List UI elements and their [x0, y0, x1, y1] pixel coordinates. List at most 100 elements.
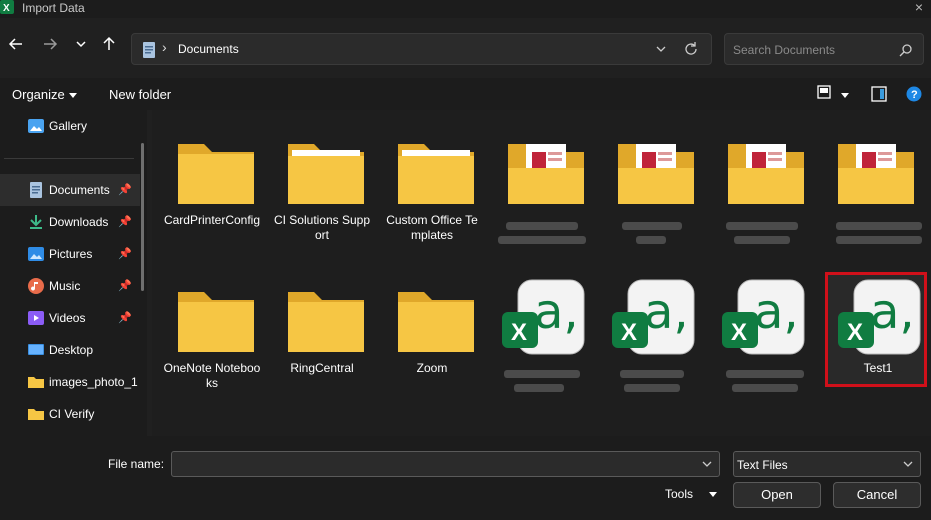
- pin-icon: 📌: [118, 216, 132, 228]
- address-bar[interactable]: › Documents: [131, 33, 712, 65]
- pictures-icon: [28, 247, 44, 261]
- sidebar-item-desktop[interactable]: Desktop: [0, 334, 140, 366]
- documents-icon: [30, 182, 42, 198]
- item-label: CI Solutions Support: [273, 213, 371, 242]
- redacted-label: [836, 222, 922, 230]
- file-name-input[interactable]: [171, 451, 720, 477]
- pin-icon: 📌: [118, 280, 132, 292]
- sidebar-item-images-photo[interactable]: images_photo_1: [0, 366, 140, 398]
- sidebar-item-gallery[interactable]: Gallery: [0, 110, 140, 142]
- sidebar-item-label: Gallery: [49, 119, 88, 133]
- folder-item[interactable]: Zoom: [382, 268, 482, 400]
- folder-icon: [28, 409, 44, 420]
- file-type-select[interactable]: Text Files: [733, 451, 921, 477]
- access-folder-item[interactable]: [712, 120, 812, 252]
- folder-icon: [398, 292, 474, 352]
- sidebar-item-label: Videos: [49, 311, 86, 325]
- view-icon: [817, 85, 831, 99]
- open-button[interactable]: Open: [733, 482, 821, 508]
- excel-text-file-item[interactable]: a, X: [712, 268, 812, 400]
- redacted-label: [726, 370, 804, 378]
- folder-item[interactable]: Custom Office Templates: [382, 120, 482, 252]
- breadcrumb-documents[interactable]: Documents: [178, 42, 239, 56]
- navigation-pane: Gallery Documents 📌 Downloads 📌 Pictures…: [0, 110, 147, 436]
- folder-icon: [288, 144, 364, 204]
- chevron-down-icon[interactable]: [701, 457, 713, 471]
- sidebar-item-documents[interactable]: Documents 📌: [0, 174, 140, 206]
- downloads-icon: [30, 215, 42, 229]
- organize-button[interactable]: Organize: [12, 87, 78, 102]
- arrow-up-icon: [103, 36, 115, 50]
- sidebar-item-label: Music: [49, 279, 81, 293]
- caret-down-icon: [69, 93, 78, 98]
- excel-text-file-icon: a, X: [502, 279, 585, 355]
- search-input[interactable]: Search Documents: [733, 43, 835, 57]
- svg-text:a,: a,: [644, 284, 689, 340]
- refresh-icon[interactable]: [683, 41, 699, 57]
- item-label: CardPrinterConfig: [163, 213, 261, 227]
- redacted-label: [498, 236, 586, 244]
- access-folder-item[interactable]: [822, 120, 922, 252]
- item-label: OneNote Notebooks: [163, 361, 261, 390]
- cancel-button[interactable]: Cancel: [833, 482, 921, 508]
- sidebar-item-label: Pictures: [49, 247, 93, 261]
- excel-app-icon: X: [0, 0, 14, 14]
- caret-down-icon[interactable]: [708, 490, 718, 498]
- file-list: CardPrinterConfig CI Solutions Support C…: [152, 110, 931, 436]
- folder-icon: [178, 292, 254, 352]
- scrollbar[interactable]: [141, 143, 144, 291]
- excel-text-file-item[interactable]: a, X: [602, 268, 702, 400]
- tools-button[interactable]: Tools: [665, 487, 693, 501]
- arrow-right-icon: [44, 38, 58, 50]
- access-folder-icon: [618, 144, 694, 204]
- redacted-label: [622, 222, 682, 230]
- access-folder-icon: [508, 144, 584, 204]
- back-button[interactable]: [3, 36, 29, 62]
- folder-icon: [178, 144, 254, 204]
- sidebar-item-music[interactable]: Music 📌: [0, 270, 140, 302]
- folder-item[interactable]: OneNote Notebooks: [162, 268, 262, 400]
- redacted-label: [734, 236, 790, 244]
- folder-item[interactable]: CI Solutions Support: [272, 120, 372, 252]
- item-label: Test1: [863, 361, 893, 375]
- pin-icon: 📌: [118, 312, 132, 324]
- document-icon: [143, 42, 155, 58]
- help-icon[interactable]: ?: [906, 86, 922, 102]
- close-button[interactable]: ×: [911, 0, 927, 16]
- access-folder-icon: [838, 144, 914, 204]
- videos-icon: [28, 311, 44, 325]
- folder-item[interactable]: CardPrinterConfig: [162, 120, 262, 252]
- folder-item[interactable]: RingCentral: [272, 268, 372, 400]
- chevron-down-icon[interactable]: [655, 41, 667, 57]
- excel-text-file-icon: a, X: [838, 279, 921, 355]
- excel-text-file-icon: a, X: [612, 279, 695, 355]
- chevron-down-icon: [903, 461, 913, 467]
- sidebar-item-pictures[interactable]: Pictures 📌: [0, 238, 140, 270]
- item-label: RingCentral: [290, 361, 354, 375]
- redacted-label: [620, 370, 684, 378]
- breadcrumb-separator: ›: [162, 39, 167, 55]
- view-options-button[interactable]: [817, 85, 850, 102]
- access-folder-item[interactable]: [602, 120, 702, 252]
- access-folder-item[interactable]: [492, 120, 592, 252]
- redacted-label: [636, 236, 666, 244]
- new-folder-button[interactable]: New folder: [109, 87, 171, 102]
- dialog-footer: File name: Text Files Tools Open Cancel: [0, 436, 931, 520]
- excel-text-file-item-test1[interactable]: a, X Test1: [828, 268, 928, 400]
- excel-text-file-item[interactable]: a, X: [492, 268, 592, 400]
- sidebar-item-ci-verify[interactable]: CI Verify: [0, 398, 140, 430]
- preview-pane-icon[interactable]: [871, 86, 887, 102]
- svg-text:X: X: [621, 319, 637, 346]
- redacted-label: [732, 384, 798, 392]
- sidebar-item-downloads[interactable]: Downloads 📌: [0, 206, 140, 238]
- recent-locations-button[interactable]: [68, 36, 94, 62]
- chevron-down-icon: [76, 41, 86, 48]
- search-box[interactable]: Search Documents: [724, 33, 924, 65]
- up-button[interactable]: [96, 36, 122, 62]
- forward-button[interactable]: [37, 36, 63, 62]
- svg-text:X: X: [511, 319, 527, 346]
- sidebar-item-label: Downloads: [49, 215, 109, 229]
- sidebar-item-videos[interactable]: Videos 📌: [0, 302, 140, 334]
- svg-text:?: ?: [911, 89, 918, 101]
- item-label: Zoom: [416, 361, 448, 375]
